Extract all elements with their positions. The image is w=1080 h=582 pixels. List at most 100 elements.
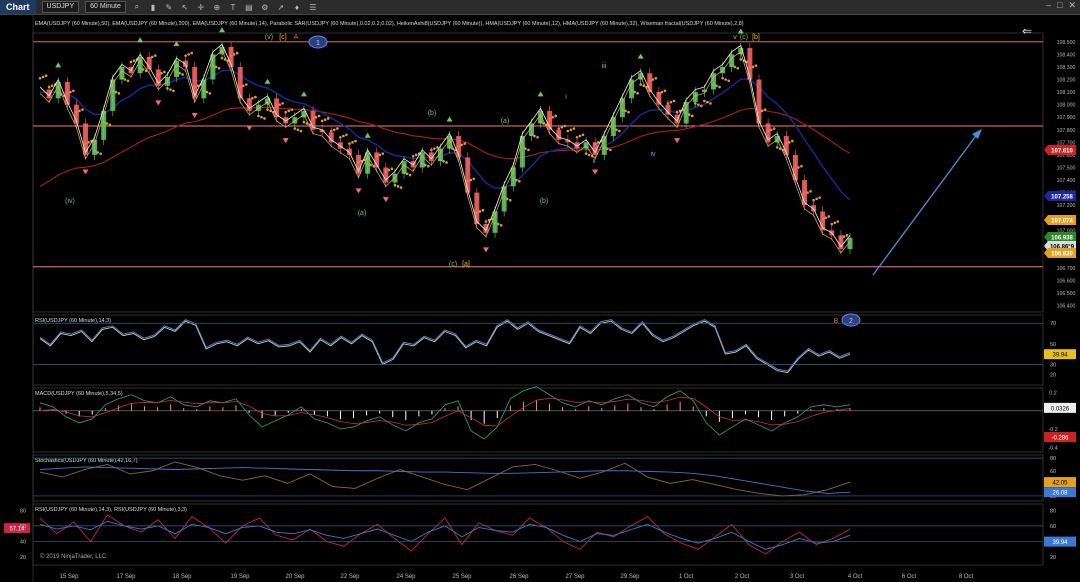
strategy-icon[interactable]: ♦ [292, 3, 302, 12]
parabolic-sar-dot [566, 129, 570, 133]
parabolic-sar-dot [815, 197, 818, 201]
search-icon[interactable]: ⌕ [132, 2, 142, 12]
crosshair-icon[interactable]: ✛ [196, 3, 206, 12]
parabolic-sar-dot [690, 114, 694, 118]
parabolic-sar-dot [50, 84, 54, 88]
parabolic-sar-dot [99, 152, 102, 155]
arrow-icon[interactable]: ➚ [276, 3, 286, 12]
heiken-ashi-candle [246, 98, 252, 111]
heiken-ashi-candle [474, 192, 480, 225]
parabolic-sar-dot [351, 141, 354, 144]
parabolic-sar-dot [281, 102, 284, 105]
left-tick-label: 60 [20, 524, 26, 530]
back-arrow-icon[interactable]: ⇐ [1022, 24, 1032, 38]
left-tick-label: 20 [20, 555, 26, 561]
properties-icon[interactable]: ⚙ [260, 3, 270, 12]
parabolic-sar-dot [414, 153, 418, 157]
wave-label: A [294, 34, 299, 41]
wave-label: 1 [316, 40, 320, 47]
parabolic-sar-dot [654, 76, 658, 80]
parabolic-sar-dot [427, 164, 430, 168]
parabolic-sar-dot [342, 134, 345, 138]
parabolic-sar-dot [72, 89, 75, 93]
heiken-ashi-candle [574, 142, 580, 149]
text-icon[interactable]: T [228, 3, 238, 12]
parabolic-sar-dot [408, 173, 412, 177]
instrument-selector[interactable]: USDJPY [41, 1, 80, 13]
price-tick-label: 108.500 [1057, 40, 1076, 46]
x-axis-label: 24 Sep [396, 574, 416, 580]
chart-canvas[interactable]: EMA(USDJPY (60 Minute),50), EMA(USDJPY (… [0, 15, 1080, 582]
heiken-ashi-candle [811, 205, 817, 212]
parabolic-sar-dot [132, 59, 136, 62]
parabolic-sar-dot [354, 139, 357, 143]
price-badge-label: 106.938 [1051, 236, 1073, 242]
panel-title: Stochastics(USDJPY (60 Minute),42,16,7) [35, 458, 138, 464]
parabolic-sar-dot [499, 223, 503, 227]
parabolic-sar-dot [508, 198, 512, 202]
left-tick-label: 40 [20, 540, 26, 546]
parabolic-sar-dot [323, 118, 327, 122]
parabolic-sar-dot [518, 179, 521, 183]
parabolic-sar-dot [627, 110, 630, 114]
bar-type-icon[interactable]: ▮ [148, 3, 158, 12]
wave-label: 2 [849, 318, 853, 325]
parabolic-sar-dot [554, 114, 558, 118]
parabolic-sar-dot [636, 92, 639, 95]
price-tick-label: 106.600 [1057, 279, 1076, 285]
panel-tick-label: 20 [1050, 373, 1056, 379]
parabolic-sar-dot [153, 54, 157, 57]
timeframe-selector[interactable]: 60 Minute [85, 1, 126, 13]
parabolic-sar-dot [163, 70, 166, 74]
wave-label: [a] [462, 261, 470, 268]
close-button[interactable]: ✕ [1068, 0, 1076, 11]
parabolic-sar-dot [569, 128, 573, 132]
left-tick-label: 80 [20, 508, 26, 514]
x-axis-label: 8 Oct [959, 574, 974, 580]
x-axis-label: 18 Sep [172, 574, 192, 580]
price-tick-label: 107.900 [1057, 115, 1076, 121]
parabolic-sar-dot [345, 133, 348, 137]
pointer-icon[interactable]: ↖ [180, 3, 190, 12]
zoom-icon[interactable]: ⊕ [212, 3, 222, 12]
draw-icon[interactable]: ✎ [164, 3, 174, 12]
parabolic-sar-dot [263, 117, 266, 120]
parabolic-sar-dot [108, 123, 112, 127]
maximize-button[interactable]: □ [1057, 0, 1062, 11]
wave-label: ii [592, 158, 596, 165]
x-axis-label: 25 Sep [452, 574, 472, 580]
rsi2-last-value: 39.94 [1052, 540, 1068, 546]
heiken-ashi-candle [619, 98, 625, 118]
parabolic-sar-dot [718, 85, 721, 89]
macd-signal-value: -0.286 [1051, 436, 1069, 442]
panel-tick-label: 20 [1050, 555, 1056, 561]
x-axis-label: 20 Sep [285, 574, 305, 580]
parabolic-sar-dot [527, 148, 530, 152]
wave-label: (b) [540, 198, 549, 205]
rsi-last-value: 39.94 [1052, 353, 1068, 359]
parabolic-sar-dot [700, 104, 703, 108]
wave-label: (iv) [65, 198, 75, 205]
parabolic-sar-dot [381, 152, 385, 155]
minimize-button[interactable]: – [1046, 0, 1051, 11]
price-tick-label: 108.300 [1057, 65, 1076, 71]
heiken-ashi-candle [601, 136, 607, 155]
parabolic-sar-dot [560, 125, 564, 129]
parabolic-sar-dot [845, 234, 849, 237]
x-axis-label: 15 Sep [59, 574, 79, 580]
data-box-icon[interactable]: ▤ [244, 3, 254, 12]
list-icon[interactable]: ☰ [308, 3, 318, 12]
x-axis-label: 4 Oct [848, 574, 863, 580]
heiken-ashi-candle [283, 117, 289, 124]
price-badge-label: 107.610 [1051, 149, 1073, 155]
parabolic-sar-dot [472, 177, 476, 181]
heiken-ashi-candle [183, 60, 189, 67]
parabolic-sar-dot [396, 185, 400, 188]
parabolic-sar-dot [791, 139, 794, 143]
parabolic-sar-dot [38, 76, 42, 80]
parabolic-sar-dot [563, 124, 567, 128]
parabolic-sar-dot [827, 215, 831, 218]
parabolic-sar-dot [763, 108, 767, 111]
x-axis-label: 1 Oct [679, 574, 694, 580]
heiken-ashi-candle [792, 154, 798, 181]
